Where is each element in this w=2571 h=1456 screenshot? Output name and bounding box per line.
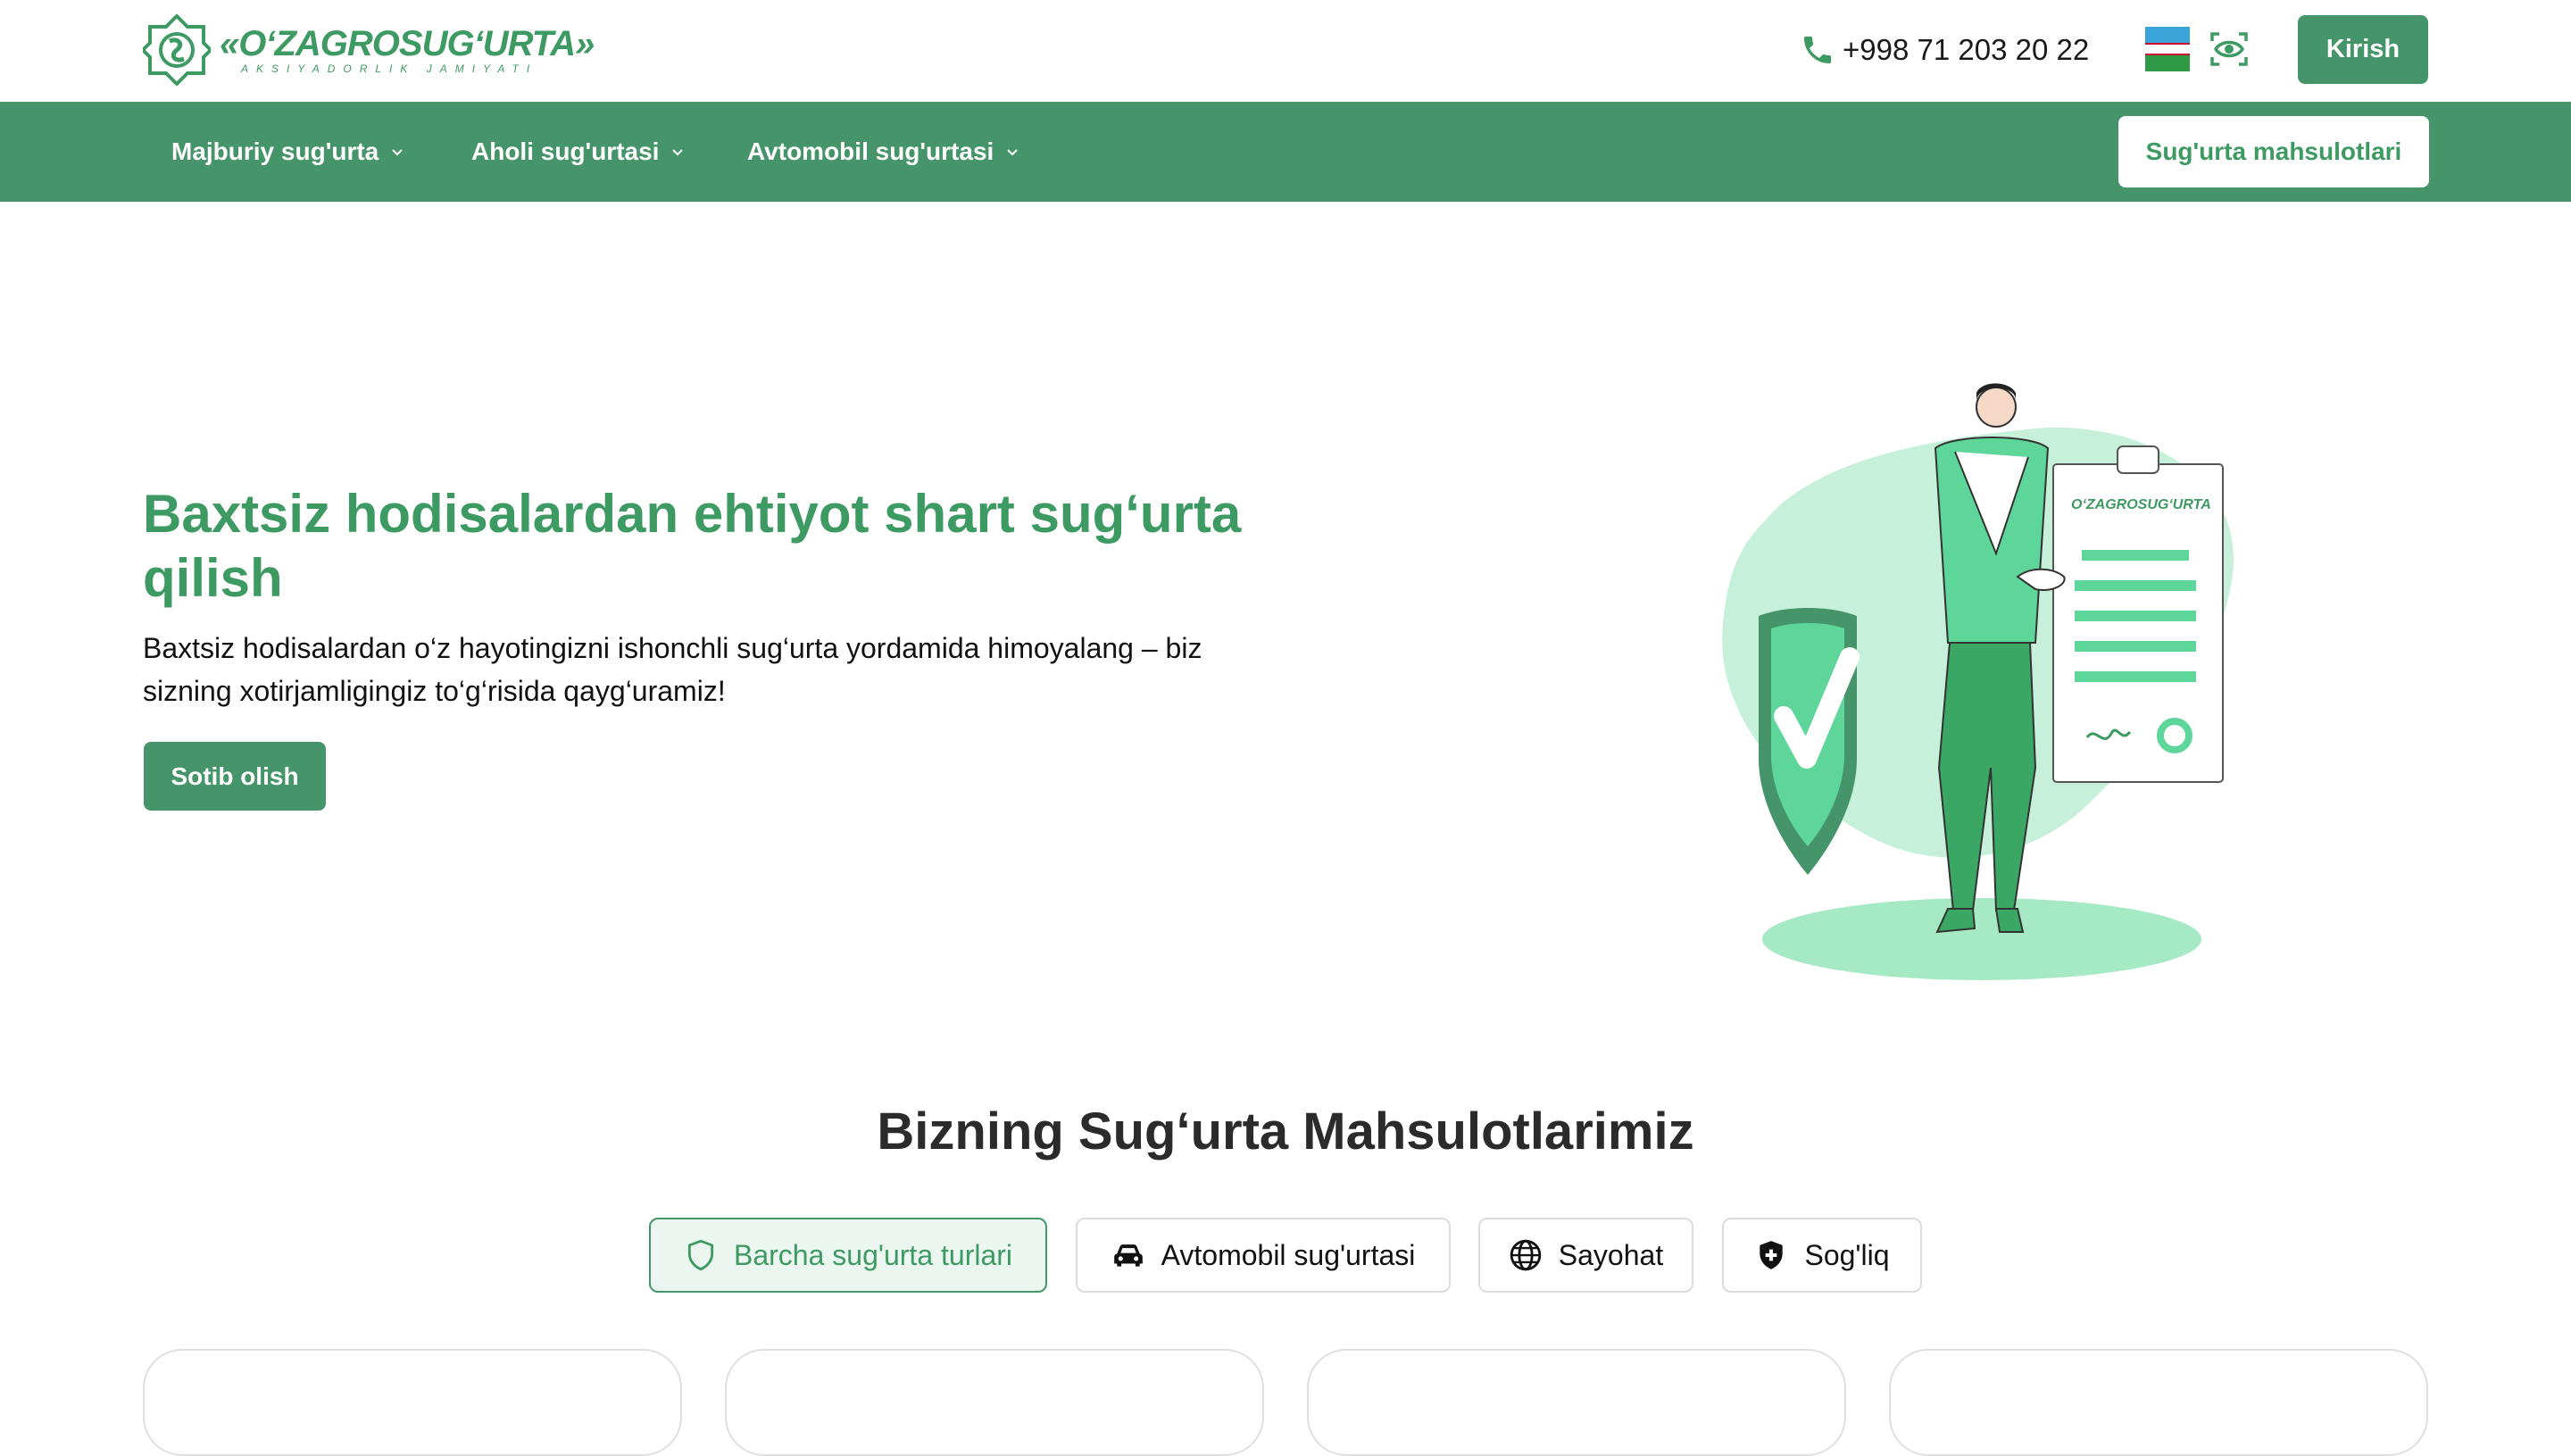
login-button[interactable]: Kirish <box>2298 15 2428 84</box>
car-icon <box>1113 1244 1143 1267</box>
chevron-down-icon <box>1007 149 1019 156</box>
tab-travel[interactable]: Sayohat <box>1478 1218 1693 1293</box>
tab-health[interactable]: Sog'liq <box>1722 1218 1922 1293</box>
top-bar: «O‘ZAGROSUG‘URTA» AKSIYADORLIK JAMIYATI … <box>0 0 2571 102</box>
logo-emblem-icon <box>143 14 211 86</box>
phone-link[interactable]: +998 71 203 20 22 <box>1800 30 2089 70</box>
illustration-document-text: O‘ZAGROSUG‘URTA <box>2071 497 2211 512</box>
tab-label: Sog'liq <box>1804 1238 1890 1271</box>
chevron-down-icon <box>672 149 684 156</box>
insurance-products-button[interactable]: Sug'urta mahsulotlari <box>2118 116 2429 187</box>
tab-label: Sayohat <box>1558 1238 1664 1271</box>
globe-icon <box>1510 1239 1542 1271</box>
tab-car-insurance[interactable]: Avtomobil sug'urtasi <box>1076 1218 1451 1293</box>
language-flag-icon[interactable] <box>2145 27 2190 71</box>
accessibility-eye-icon[interactable] <box>2209 29 2250 70</box>
shield-icon <box>687 1239 714 1271</box>
phone-icon <box>1804 37 1831 63</box>
phone-number: +998 71 203 20 22 <box>1843 33 2090 66</box>
nav-item-aholi[interactable]: Aholi sug'urtasi <box>471 134 686 170</box>
nav-item-avtomobil[interactable]: Avtomobil sug'urtasi <box>747 134 1020 170</box>
nav-item-label: Aholi sug'urtasi <box>471 137 660 165</box>
tab-label: Barcha sug'urta turlari <box>733 1238 1013 1271</box>
hero-description: Baxtsiz hodisalardan o‘z hayotingizni is… <box>143 632 1202 707</box>
tab-all-insurance[interactable]: Barcha sug'urta turlari <box>649 1218 1047 1293</box>
product-card[interactable] <box>1307 1349 1846 1456</box>
health-shield-icon <box>1760 1241 1784 1269</box>
logo-subtitle: AKSIYADORLIK JAMIYATI <box>241 62 538 75</box>
nav-item-majburiy[interactable]: Majburiy sug'urta <box>171 134 405 170</box>
main-nav: Majburiy sug'urta Aholi sug'urtasi Avtom… <box>0 102 2571 202</box>
product-card[interactable] <box>725 1349 1264 1456</box>
shield-check-icon <box>1759 608 1860 875</box>
tab-label: Avtomobil sug'urtasi <box>1161 1238 1416 1271</box>
company-logo[interactable]: «O‘ZAGROSUG‘URTA» AKSIYADORLIK JAMIYATI <box>143 14 595 86</box>
product-card[interactable] <box>1889 1349 2428 1456</box>
hero-illustration: O‘ZAGROSUG‘URTA <box>1722 383 2234 980</box>
chevron-down-icon <box>392 149 403 156</box>
buy-button[interactable]: Sotib olish <box>144 742 326 811</box>
logo-name: «O‘ZAGROSUG‘URTA» <box>220 24 595 63</box>
nav-item-label: Majburiy sug'urta <box>171 137 379 165</box>
products-section-title: Bizning Sug‘urta Mahsulotlarimiz <box>877 1102 1694 1161</box>
hero-title: Baxtsiz hodisalardan ehtiyot shart sug‘u… <box>143 484 1242 608</box>
nav-item-label: Avtomobil sug'urtasi <box>747 137 994 165</box>
product-card[interactable] <box>143 1349 682 1456</box>
